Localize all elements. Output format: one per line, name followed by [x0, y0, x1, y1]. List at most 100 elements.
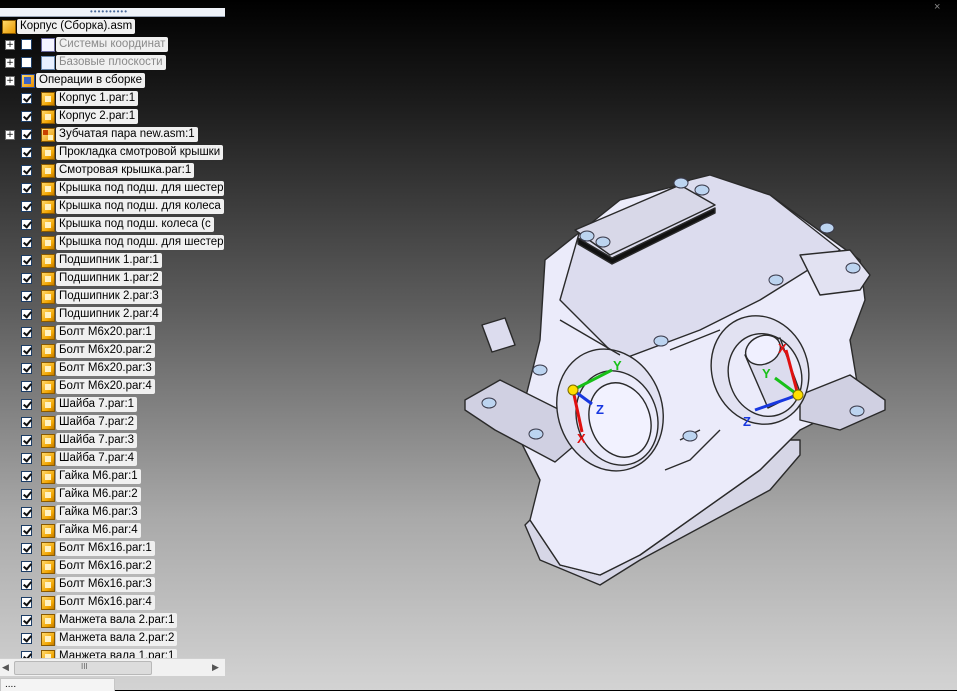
- visibility-checkbox[interactable]: [21, 255, 32, 266]
- visibility-checkbox[interactable]: [21, 471, 32, 482]
- visibility-checkbox[interactable]: [21, 381, 32, 392]
- tree-item[interactable]: Манжета вала 2.par:1: [0, 612, 225, 630]
- horizontal-scrollbar[interactable]: ◀ III ▶: [0, 658, 225, 676]
- tree-item[interactable]: Подшипник 2.par:4: [0, 306, 225, 324]
- visibility-checkbox[interactable]: [21, 111, 32, 122]
- visibility-checkbox[interactable]: [21, 507, 32, 518]
- tree-item[interactable]: Болт М6х20.par:3: [0, 360, 225, 378]
- tree-item-label: Корпус 2.par:1: [56, 109, 139, 124]
- tree-item-label: Болт М6х20.par:4: [56, 379, 155, 394]
- bolt-head: [694, 184, 710, 196]
- tree-item[interactable]: Крышка под подш. колеса (с: [0, 216, 225, 234]
- panel-grip-bar[interactable]: ••••••••••: [0, 8, 225, 17]
- tree-item[interactable]: Прокладка смотровой крышки: [0, 144, 225, 162]
- tree-item[interactable]: Крышка под подш. для шестерни: [0, 180, 225, 198]
- visibility-checkbox[interactable]: [21, 219, 32, 230]
- tree-item[interactable]: + Системы координат: [0, 36, 225, 54]
- scroll-left-arrow-icon[interactable]: ◀: [2, 662, 9, 673]
- tree-item-label: Гайка М6.par:1: [56, 469, 141, 484]
- tree-item[interactable]: Болт М6х16.par:3: [0, 576, 225, 594]
- tree-item[interactable]: Корпус 1.par:1: [0, 90, 225, 108]
- visibility-checkbox[interactable]: [21, 435, 32, 446]
- part-icon: [41, 488, 55, 502]
- tree-item[interactable]: Подшипник 1.par:2: [0, 270, 225, 288]
- tree-item[interactable]: Болт М6х16.par:2: [0, 558, 225, 576]
- tree-root-row[interactable]: Корпус (Сборка).asm: [0, 18, 225, 36]
- expand-icon[interactable]: +: [5, 40, 15, 50]
- tree-item[interactable]: Болт М6х16.par:1: [0, 540, 225, 558]
- visibility-checkbox[interactable]: [21, 579, 32, 590]
- tree-item[interactable]: Крышка под подш. для шестерни: [0, 234, 225, 252]
- gearbox-housing[interactable]: [464, 174, 886, 586]
- scroll-right-arrow-icon[interactable]: ▶: [212, 662, 219, 673]
- visibility-checkbox[interactable]: [21, 399, 32, 410]
- visibility-checkbox[interactable]: [21, 633, 32, 644]
- expand-icon[interactable]: +: [5, 58, 15, 68]
- visibility-checkbox[interactable]: [21, 597, 32, 608]
- tree-item-label: Болт М6х16.par:1: [56, 541, 155, 556]
- feature-tree-panel[interactable]: •••••••••• Корпус (Сборка).asm + Системы …: [0, 0, 225, 691]
- bottom-panel-tab[interactable]: ....: [0, 678, 115, 691]
- visibility-checkbox[interactable]: [21, 453, 32, 464]
- visibility-checkbox[interactable]: [21, 183, 32, 194]
- right-z-label: Z: [743, 414, 751, 429]
- tree-item[interactable]: Шайба 7.par:4: [0, 450, 225, 468]
- tree-item[interactable]: Болт М6х20.par:1: [0, 324, 225, 342]
- tree-item[interactable]: Гайка М6.par:3: [0, 504, 225, 522]
- tree-item[interactable]: Гайка М6.par:2: [0, 486, 225, 504]
- visibility-checkbox[interactable]: [21, 615, 32, 626]
- tree-item[interactable]: Гайка М6.par:1: [0, 468, 225, 486]
- visibility-checkbox[interactable]: [21, 561, 32, 572]
- close-icon[interactable]: ×: [934, 1, 946, 13]
- tree-item[interactable]: Шайба 7.par:3: [0, 432, 225, 450]
- visibility-checkbox[interactable]: [21, 543, 32, 554]
- tree-item[interactable]: Болт М6х20.par:4: [0, 378, 225, 396]
- tree-item[interactable]: Манжета вала 2.par:2: [0, 630, 225, 648]
- visibility-checkbox[interactable]: [21, 363, 32, 374]
- visibility-checkbox[interactable]: [21, 237, 32, 248]
- tree-item[interactable]: Шайба 7.par:2: [0, 414, 225, 432]
- tree-item[interactable]: + Операции в сборке: [0, 72, 225, 90]
- part-icon: [41, 344, 55, 358]
- visibility-checkbox[interactable]: [21, 345, 32, 356]
- visibility-checkbox[interactable]: [21, 291, 32, 302]
- tree-item[interactable]: + Зубчатая пара new.asm:1: [0, 126, 225, 144]
- part-icon: [41, 164, 55, 178]
- visibility-checkbox[interactable]: [21, 525, 32, 536]
- coordinate-systems-icon: [41, 38, 55, 52]
- tree-item[interactable]: Болт М6х16.par:4: [0, 594, 225, 612]
- tree-item[interactable]: Крышка под подш. для колеса: [0, 198, 225, 216]
- part-icon: [41, 596, 55, 610]
- expand-icon[interactable]: +: [5, 130, 15, 140]
- visibility-checkbox[interactable]: [21, 165, 32, 176]
- expand-icon[interactable]: +: [5, 76, 15, 86]
- visibility-checkbox[interactable]: [21, 489, 32, 500]
- visibility-checkbox[interactable]: [21, 39, 32, 50]
- tree-item[interactable]: Подшипник 2.par:3: [0, 288, 225, 306]
- visibility-checkbox[interactable]: [21, 93, 32, 104]
- tree-item-label: Крышка под подш. для шестерни: [56, 181, 224, 196]
- tree-item[interactable]: + Базовые плоскости: [0, 54, 225, 72]
- tree-item-label: Болт М6х16.par:4: [56, 595, 155, 610]
- visibility-checkbox[interactable]: [21, 327, 32, 338]
- tree-item[interactable]: Болт М6х20.par:2: [0, 342, 225, 360]
- part-icon: [41, 308, 55, 322]
- visibility-checkbox[interactable]: [21, 201, 32, 212]
- visibility-checkbox[interactable]: [21, 129, 32, 140]
- visibility-checkbox[interactable]: [21, 417, 32, 428]
- tree-item[interactable]: Смотровая крышка.par:1: [0, 162, 225, 180]
- base-planes-icon: [41, 56, 55, 70]
- visibility-checkbox[interactable]: [21, 273, 32, 284]
- tree-item[interactable]: Корпус 2.par:1: [0, 108, 225, 126]
- tree-item[interactable]: Шайба 7.par:1: [0, 396, 225, 414]
- tree-item-label: Крышка под подш. колеса (с: [56, 217, 214, 232]
- subassembly-icon: [41, 128, 55, 142]
- visibility-checkbox[interactable]: [21, 309, 32, 320]
- visibility-checkbox[interactable]: [21, 147, 32, 158]
- tree-item[interactable]: Подшипник 1.par:1: [0, 252, 225, 270]
- bolt-head: [768, 274, 784, 286]
- bolt-head: [579, 230, 595, 242]
- tree-item[interactable]: Гайка М6.par:4: [0, 522, 225, 540]
- scroll-thumb[interactable]: III: [14, 661, 152, 675]
- visibility-checkbox[interactable]: [21, 57, 32, 68]
